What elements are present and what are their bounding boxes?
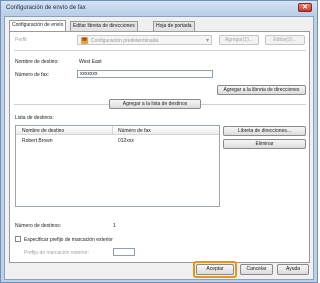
profile-select-value: Configuración predeterminada (91, 38, 159, 44)
fax-settings-window: Configuración de envío de fax ✕ Configur… (0, 0, 318, 283)
divider (14, 104, 109, 105)
destination-list-header: Nombre de destino Número de fax (16, 126, 219, 135)
destination-count-value: 1 (113, 223, 116, 229)
title-bar[interactable]: Configuración de envío de fax ✕ (1, 1, 317, 15)
column-header-name[interactable]: Nombre de destino (22, 128, 64, 134)
row-fax: 012xxx (118, 138, 134, 144)
destination-name-label: Nombre de destino: (15, 59, 59, 65)
fax-profile-icon: ✉ (81, 37, 88, 44)
ok-button[interactable]: Aceptar (196, 264, 234, 275)
dial-prefix-label: Prefijo de marcación exterior: (24, 250, 90, 256)
destination-count-label: Número de destinos: (15, 223, 62, 229)
tab-cover-sheet[interactable]: Hoja de portada (153, 21, 195, 31)
column-divider (112, 126, 113, 135)
destination-list-label: Lista de destinos: (15, 115, 54, 121)
destination-name-field[interactable]: West East (79, 59, 102, 65)
profile-edit-button[interactable]: Editar(2)... (265, 35, 305, 45)
close-button[interactable]: ✕ (298, 3, 312, 12)
delete-button[interactable]: Eliminar (223, 139, 306, 149)
tab-send-settings[interactable]: Configuración de envío (9, 20, 67, 31)
profile-select[interactable]: ✉ Configuración predeterminada ▾ (77, 35, 212, 45)
add-to-address-book-button[interactable]: Agregar a la libreta de direcciones (217, 85, 306, 95)
column-header-fax[interactable]: Número de fax (118, 128, 151, 134)
profile-label: Perfil: (15, 37, 28, 43)
send-settings-panel: Perfil: ✉ Configuración predeterminada ▾… (9, 31, 310, 263)
help-button[interactable]: Ayuda (277, 264, 309, 275)
destination-list[interactable]: Nombre de destino Número de fax Robert B… (15, 125, 220, 207)
profile-add-button[interactable]: Agregar(1)... (219, 35, 259, 45)
window-title: Configuración de envío de fax (6, 5, 86, 11)
dial-prefix-checkbox-label: Especificar prefijo de marcación exterio… (24, 237, 113, 243)
tab-edit-address-book[interactable]: Editar libreta de direcciones (70, 21, 138, 31)
fax-number-label: Número de fax: (15, 72, 50, 78)
row-name: Robert Brown (22, 138, 53, 144)
divider (14, 50, 306, 51)
address-book-button[interactable]: Libreta de direcciones... (223, 126, 306, 136)
fax-number-input[interactable]: xxxxxxx (77, 70, 213, 78)
chevron-down-icon: ▾ (205, 38, 209, 44)
dial-prefix-checkbox[interactable] (15, 236, 21, 242)
dial-prefix-input[interactable] (113, 248, 135, 256)
cancel-button[interactable]: Cancelar (240, 264, 273, 275)
dialog-client-area: Configuración de envío Editar libreta de… (4, 16, 314, 280)
add-to-destination-list-button[interactable]: Agregar a la lista de destinos (109, 99, 201, 109)
divider (201, 104, 306, 105)
table-row[interactable]: Robert Brown 012xxx (16, 136, 219, 145)
